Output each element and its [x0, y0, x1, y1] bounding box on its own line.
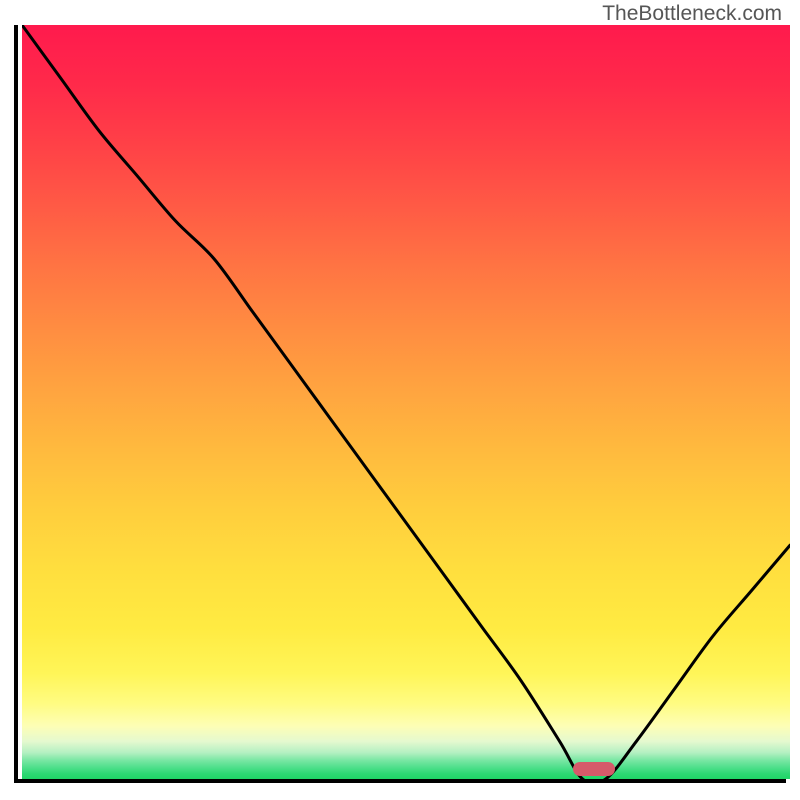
chart-container — [14, 25, 786, 787]
plot-area — [14, 25, 786, 783]
optimal-point-marker — [573, 762, 615, 776]
bottleneck-curve — [22, 25, 790, 779]
watermark-text: TheBottleneck.com — [602, 2, 782, 26]
